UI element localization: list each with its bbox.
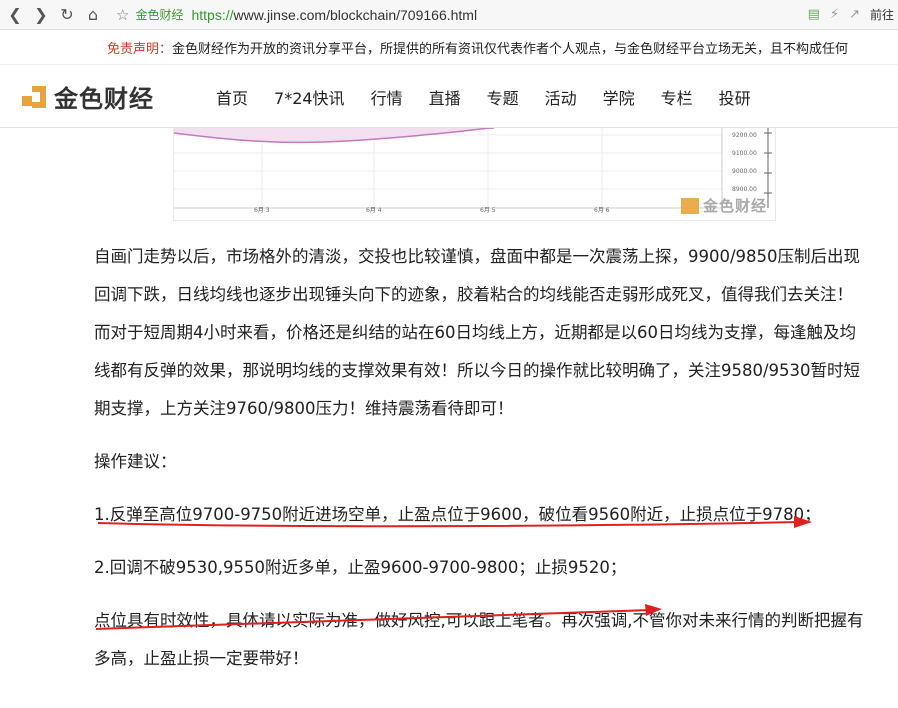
red-underline-arrow [95, 609, 651, 630]
red-underline-arrow [97, 521, 801, 528]
red-arrowhead-icon [645, 604, 662, 616]
red-arrowhead-icon [794, 516, 812, 528]
annotation-overlay [95, 516, 812, 630]
